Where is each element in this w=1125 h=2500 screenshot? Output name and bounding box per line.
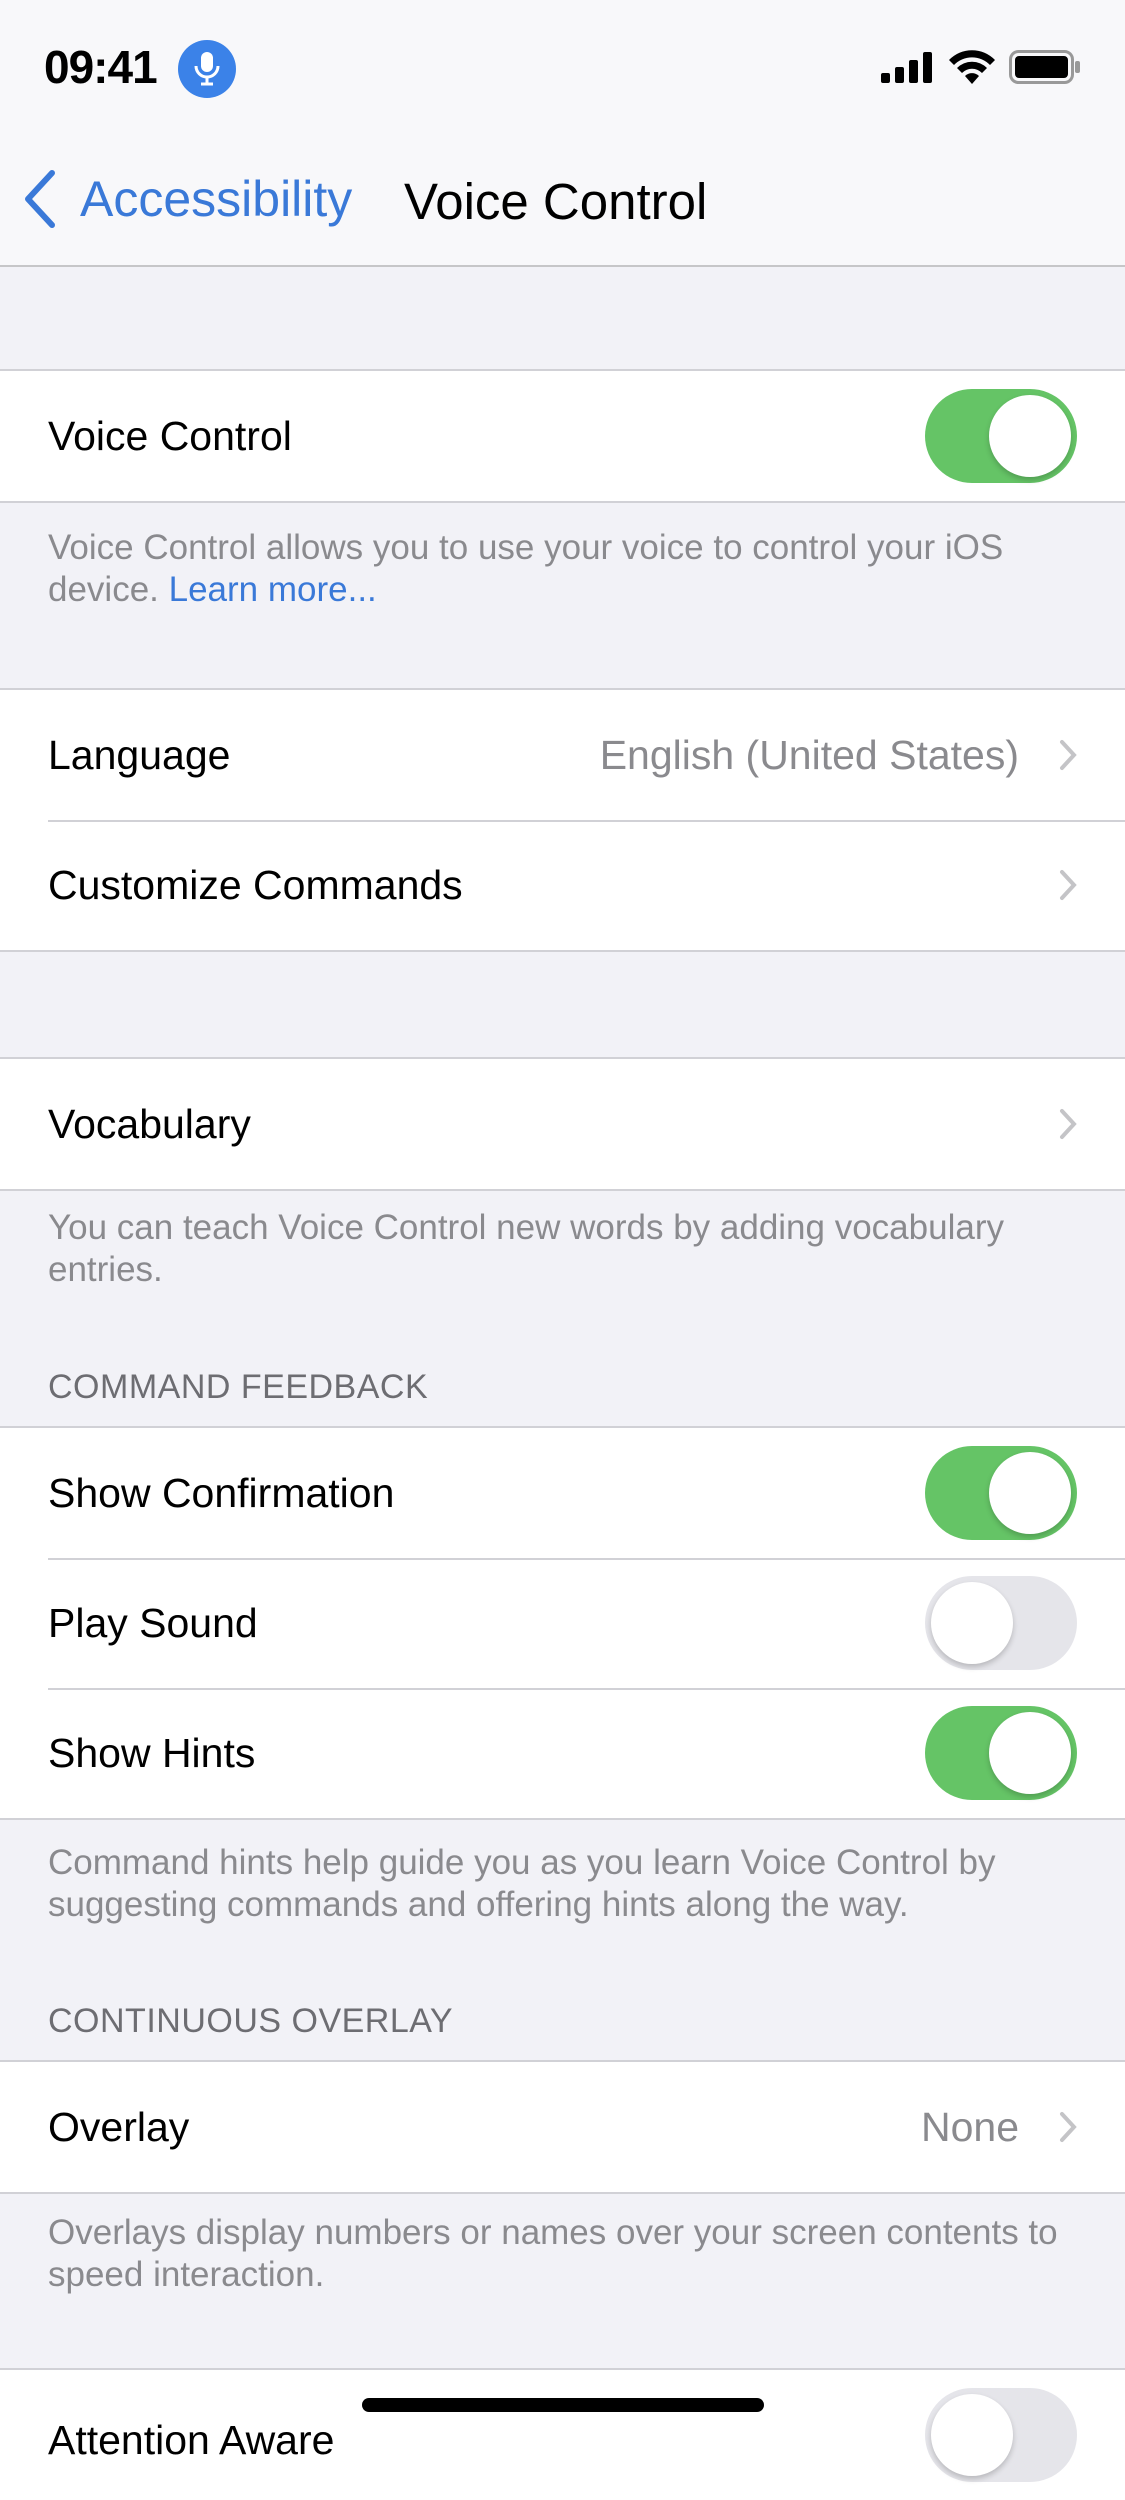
- voice-control-footer: Voice Control allows you to use your voi…: [48, 528, 1004, 609]
- command-feedback-header: COMMAND FEEDBACK: [48, 1368, 429, 1406]
- show-hints-toggle[interactable]: [925, 1706, 1077, 1800]
- language-label: Language: [48, 731, 231, 778]
- microphone-icon: [178, 40, 236, 98]
- chevron-right-icon: [1060, 2112, 1077, 2142]
- status-time: 09:41: [44, 41, 158, 93]
- voice-control-label: Voice Control: [48, 412, 292, 459]
- back-button[interactable]: Accessibility: [22, 170, 352, 228]
- wifi-icon: [949, 50, 995, 84]
- attention-aware-group: Attention Aware: [0, 2368, 1125, 2500]
- continuous-overlay-header: CONTINUOUS OVERLAY: [48, 2002, 454, 2040]
- vocabulary-footer: You can teach Voice Control new words by…: [48, 1208, 1004, 1289]
- chevron-right-icon: [1060, 870, 1077, 900]
- cellular-signal-icon: [881, 52, 932, 83]
- learn-more-link[interactable]: Learn more...: [169, 570, 377, 609]
- show-confirmation-label: Show Confirmation: [48, 1469, 395, 1516]
- voice-control-row: Voice Control: [0, 371, 1125, 501]
- continuous-overlay-group: Overlay None: [0, 2060, 1125, 2194]
- chevron-left-icon: [25, 170, 55, 228]
- vocabulary-label: Vocabulary: [48, 1100, 251, 1147]
- vocabulary-group: Vocabulary: [0, 1057, 1125, 1191]
- status-bar: 09:41: [0, 0, 1125, 140]
- customize-commands-label: Customize Commands: [48, 861, 463, 908]
- navigation-bar: Accessibility Voice Control: [0, 140, 1125, 267]
- back-label: Accessibility: [80, 171, 353, 227]
- play-sound-label: Play Sound: [48, 1599, 258, 1646]
- show-confirmation-row: Show Confirmation: [0, 1428, 1125, 1558]
- language-value: English (United States): [599, 731, 1019, 778]
- command-feedback-footer: Command hints help guide you as you lear…: [48, 1843, 996, 1924]
- play-sound-toggle[interactable]: [925, 1576, 1077, 1670]
- customize-commands-row[interactable]: Customize Commands: [0, 820, 1125, 950]
- vocabulary-row[interactable]: Vocabulary: [0, 1059, 1125, 1189]
- command-feedback-group: Show Confirmation Play Sound Show Hints: [0, 1426, 1125, 1820]
- battery-icon: [1009, 50, 1080, 84]
- chevron-right-icon: [1060, 1109, 1077, 1139]
- overlay-row[interactable]: Overlay None: [0, 2062, 1125, 2192]
- attention-aware-row: Attention Aware: [0, 2370, 1125, 2500]
- voice-control-group: Voice Control: [0, 369, 1125, 503]
- show-hints-label: Show Hints: [48, 1729, 256, 1776]
- attention-aware-toggle[interactable]: [925, 2388, 1077, 2482]
- chevron-right-icon: [1060, 740, 1077, 770]
- attention-aware-label: Attention Aware: [48, 2417, 335, 2463]
- overlay-footer: Overlays display numbers or names over y…: [48, 2213, 1058, 2294]
- overlay-label: Overlay: [48, 2103, 190, 2150]
- overlay-value: None: [920, 2103, 1019, 2150]
- voice-control-toggle[interactable]: [925, 389, 1077, 483]
- home-indicator[interactable]: [362, 2398, 764, 2412]
- play-sound-row: Play Sound: [0, 1558, 1125, 1688]
- language-group: Language English (United States) Customi…: [0, 688, 1125, 952]
- page-title: Voice Control: [404, 173, 708, 230]
- language-row[interactable]: Language English (United States): [0, 690, 1125, 820]
- show-hints-row: Show Hints: [0, 1688, 1125, 1818]
- show-confirmation-toggle[interactable]: [925, 1446, 1077, 1540]
